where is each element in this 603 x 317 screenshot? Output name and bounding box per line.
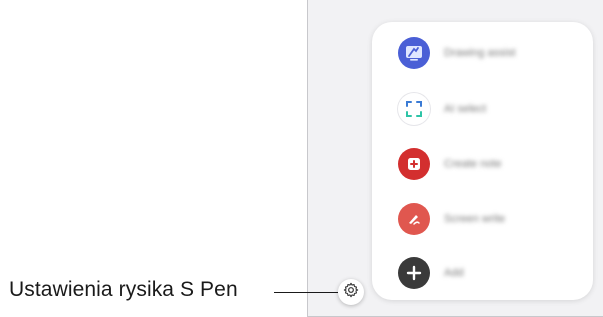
drawing-assist-icon xyxy=(398,37,430,69)
create-note-icon xyxy=(398,148,430,180)
stage: Drawing assist AI select Create note Scr… xyxy=(0,0,603,317)
add-icon xyxy=(398,257,430,289)
menu-item-label: AI select xyxy=(444,103,487,115)
menu-item-screen-write[interactable]: Screen write xyxy=(398,201,588,237)
menu-item-add[interactable]: Add xyxy=(398,255,588,291)
menu-item-create-note[interactable]: Create note xyxy=(398,146,588,182)
menu-item-ai-select[interactable]: AI select xyxy=(398,91,588,127)
screen-write-icon xyxy=(398,203,430,235)
gear-icon xyxy=(343,282,359,303)
menu-item-label: Drawing assist xyxy=(444,47,516,59)
air-command-panel: Drawing assist AI select Create note Scr… xyxy=(372,22,593,300)
callout-label: Ustawienia rysika S Pen xyxy=(9,278,238,301)
menu-item-label: Screen write xyxy=(444,213,506,225)
ai-select-icon xyxy=(398,93,430,125)
menu-item-label: Create note xyxy=(444,158,502,170)
menu-item-label: Add xyxy=(444,267,464,279)
callout-leader-line xyxy=(274,292,338,293)
menu-item-drawing-assist[interactable]: Drawing assist xyxy=(398,35,588,71)
pen-settings-button[interactable] xyxy=(338,279,364,305)
